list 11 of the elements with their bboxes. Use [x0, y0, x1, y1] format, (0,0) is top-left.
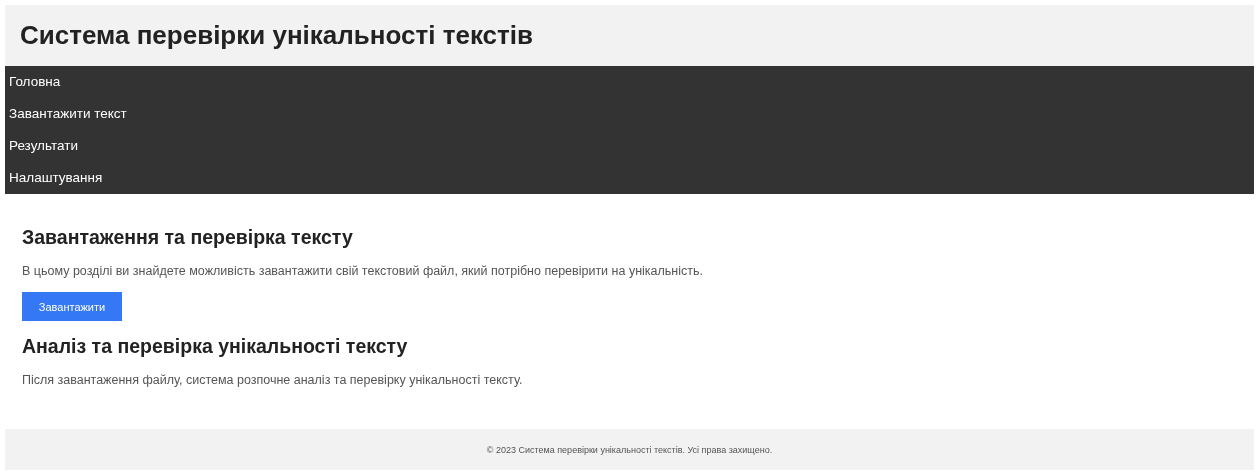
nav-link[interactable]: Завантажити текст: [5, 98, 127, 130]
site-title: Система перевірки унікальності текстів: [20, 20, 533, 51]
nav-link[interactable]: Результати: [5, 130, 78, 162]
nav-link[interactable]: Головна: [5, 66, 61, 98]
section-heading: Аналіз та перевірка унікальності тексту: [22, 335, 409, 359]
section-text: Після завантаження файлу, система розпочне аналіз та перевірку унікальності тексту.: [22, 373, 523, 387]
upload-button[interactable]: Завантажити: [22, 292, 122, 321]
nav-link[interactable]: Налаштування: [5, 162, 103, 194]
copyright-text: © 2023 Система перевірки унікальності текстів. Усі права захищено.: [486, 444, 773, 455]
section-text: В цьому розділі ви знайдете можливість завантажити свій текстовий файл, який потрібно перевірити на унікальність.: [22, 264, 703, 278]
section-heading: Завантаження та перевірка тексту: [22, 226, 354, 250]
